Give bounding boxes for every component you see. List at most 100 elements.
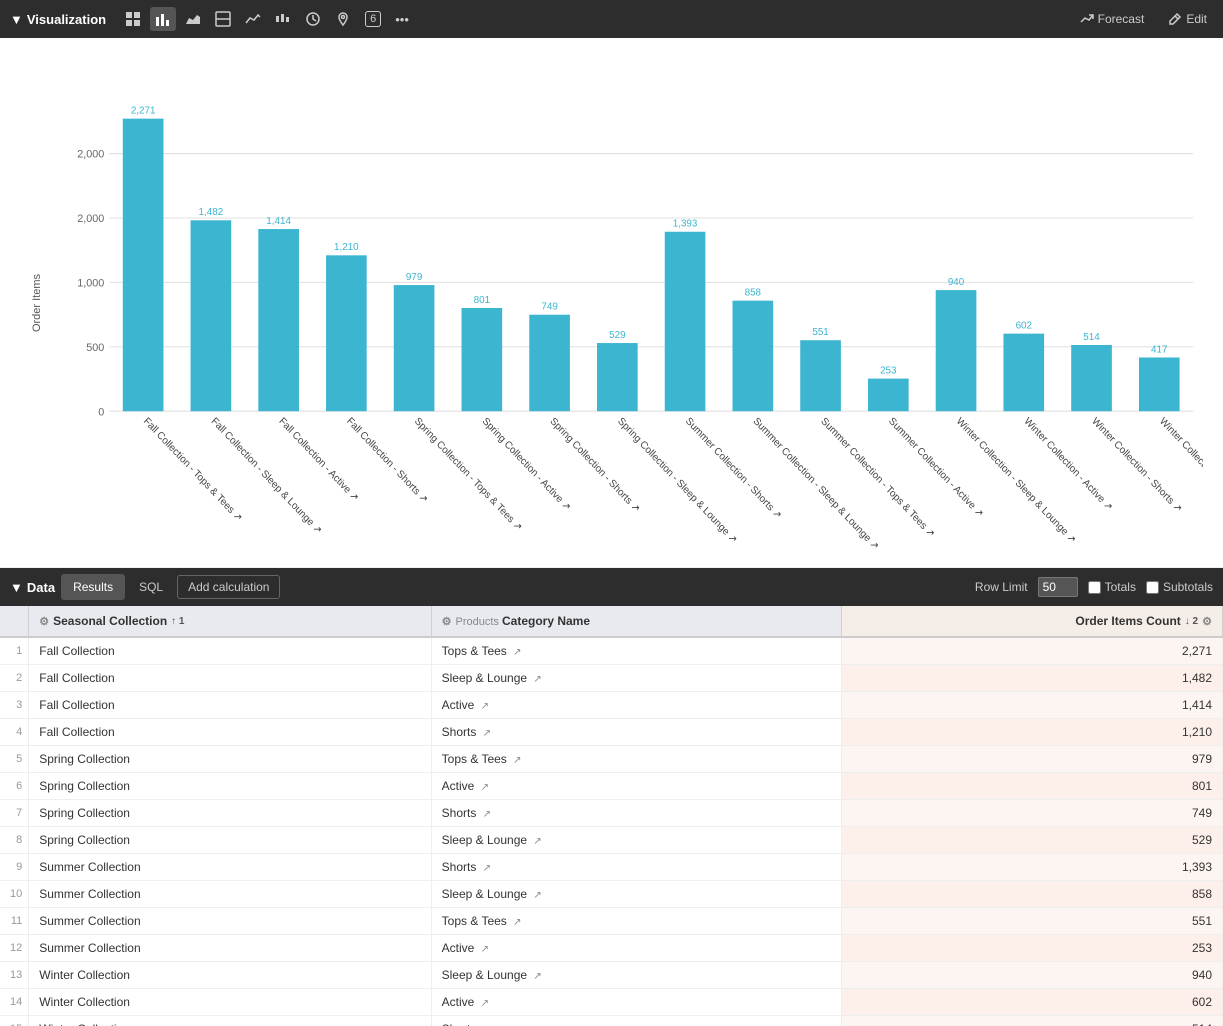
gear-icon-category[interactable]: ⚙ xyxy=(442,615,452,628)
forecast-button[interactable]: Forecast xyxy=(1074,8,1151,30)
cell-count: 801 xyxy=(841,773,1222,800)
row-number: 2 xyxy=(0,665,29,692)
svg-text:Summer Collection - Sleep & Lo: Summer Collection - Sleep & Lounge ↗ xyxy=(751,416,881,553)
table-view-icon[interactable] xyxy=(120,7,146,31)
col-header-count: Order Items Count ↓ 2 ⚙ xyxy=(841,606,1222,637)
add-calculation-button[interactable]: Add calculation xyxy=(177,575,280,599)
cell-seasonal-collection: Fall Collection xyxy=(29,692,431,719)
cell-count: 2,271 xyxy=(841,637,1222,665)
svg-text:417: 417 xyxy=(1151,344,1168,355)
cell-seasonal-collection: Spring Collection xyxy=(29,800,431,827)
svg-text:1,000: 1,000 xyxy=(77,277,104,289)
subtotals-checkbox-group: Subtotals xyxy=(1146,580,1213,594)
row-num-header xyxy=(0,606,29,637)
cell-seasonal-collection: Winter Collection xyxy=(29,1016,431,1026)
table-row: 4 Fall Collection Shorts ↗ 1,210 xyxy=(0,719,1223,746)
svg-text:529: 529 xyxy=(609,330,626,341)
toolbar-icons: 6 ••• xyxy=(120,7,1068,31)
row-limit-label: Row Limit xyxy=(975,580,1028,594)
cell-category: Active ↗ xyxy=(431,692,841,719)
table-row: 3 Fall Collection Active ↗ 1,414 xyxy=(0,692,1223,719)
svg-text:Winter Collection - Sleep & Lo: Winter Collection - Sleep & Lounge ↗ xyxy=(954,416,1078,546)
svg-text:Winter Collection - Tops & Tee: Winter Collection - Tops & Tees ↗ xyxy=(1157,416,1203,534)
badge-icon[interactable]: 6 xyxy=(360,7,386,31)
subtotals-label: Subtotals xyxy=(1163,580,1213,594)
trend-icon: ↗ xyxy=(483,809,491,820)
cell-seasonal-collection: Summer Collection xyxy=(29,881,431,908)
cell-count: 979 xyxy=(841,746,1222,773)
cell-seasonal-collection: Summer Collection xyxy=(29,935,431,962)
svg-text:0: 0 xyxy=(98,406,104,418)
cell-count: 940 xyxy=(841,962,1222,989)
cell-seasonal-collection: Winter Collection xyxy=(29,989,431,1016)
svg-text:Spring Collection - Sleep & Lo: Spring Collection - Sleep & Lounge ↗ xyxy=(615,416,739,546)
subtotals-checkbox[interactable] xyxy=(1146,581,1159,594)
svg-text:1,414: 1,414 xyxy=(266,216,291,227)
cell-category: Sleep & Lounge ↗ xyxy=(431,665,841,692)
cell-count: 602 xyxy=(841,989,1222,1016)
area-chart-icon[interactable] xyxy=(180,7,206,31)
totals-checkbox[interactable] xyxy=(1088,581,1101,594)
line-chart-icon[interactable] xyxy=(240,7,266,31)
col-label-seasonal: Seasonal Collection xyxy=(53,614,167,628)
svg-text:Summer Collection - Tops & Tee: Summer Collection - Tops & Tees ↗ xyxy=(818,416,936,540)
toolbar-right: Forecast Edit xyxy=(1074,8,1213,30)
cell-category: Sleep & Lounge ↗ xyxy=(431,881,841,908)
row-limit-input[interactable] xyxy=(1038,577,1078,597)
gear-icon-seasonal[interactable]: ⚙ xyxy=(39,615,49,628)
row-number: 15 xyxy=(0,1016,29,1026)
cell-seasonal-collection: Fall Collection xyxy=(29,719,431,746)
y-axis-label: Order Items xyxy=(31,273,43,331)
col-label-count: Order Items Count xyxy=(1075,614,1180,628)
edit-button[interactable]: Edit xyxy=(1162,8,1213,30)
cell-category: Sleep & Lounge ↗ xyxy=(431,827,841,854)
table-row: 1 Fall Collection Tops & Tees ↗ 2,271 xyxy=(0,637,1223,665)
more-icon[interactable]: ••• xyxy=(390,8,414,31)
row-number: 4 xyxy=(0,719,29,746)
toolbar-title: ▼ Visualization xyxy=(10,12,106,27)
cell-seasonal-collection: Fall Collection xyxy=(29,637,431,665)
svg-text:Fall Collection - Sleep & Loun: Fall Collection - Sleep & Lounge ↗ xyxy=(209,416,324,537)
sort-icon-count: ↓ 2 xyxy=(1185,616,1198,627)
tab-sql[interactable]: SQL xyxy=(127,574,175,600)
cell-category: Shorts ↗ xyxy=(431,854,841,881)
svg-text:2,271: 2,271 xyxy=(131,105,156,116)
bar-chart-icon[interactable] xyxy=(150,7,176,31)
row-number: 14 xyxy=(0,989,29,1016)
toolbar: ▼ Visualization 6 ••• xyxy=(0,0,1223,38)
cell-category: Active ↗ xyxy=(431,935,841,962)
row-number: 10 xyxy=(0,881,29,908)
table-row: 13 Winter Collection Sleep & Lounge ↗ 94… xyxy=(0,962,1223,989)
chevron-down-icon-data: ▼ xyxy=(10,580,23,595)
table-row: 15 Winter Collection Shorts ↗ 514 xyxy=(0,1016,1223,1026)
scatter-icon[interactable] xyxy=(210,7,236,31)
svg-text:500: 500 xyxy=(86,342,104,354)
cell-count: 514 xyxy=(841,1016,1222,1026)
data-panel-title: ▼ Data xyxy=(10,580,55,595)
cell-category: Active ↗ xyxy=(431,773,841,800)
clock-icon[interactable] xyxy=(300,7,326,31)
cell-count: 1,393 xyxy=(841,854,1222,881)
svg-text:940: 940 xyxy=(948,277,965,288)
sort-icon-seasonal: ↑ 1 xyxy=(171,616,184,627)
table-row: 12 Summer Collection Active ↗ 253 xyxy=(0,935,1223,962)
tab-results[interactable]: Results xyxy=(61,574,125,600)
data-table-container: ⚙ Seasonal Collection ↑ 1 ⚙ Products Cat… xyxy=(0,606,1223,1026)
svg-text:1,482: 1,482 xyxy=(199,207,224,218)
table-body: 1 Fall Collection Tops & Tees ↗ 2,271 2 … xyxy=(0,637,1223,1026)
svg-text:1,393: 1,393 xyxy=(673,218,698,229)
candlestick-icon[interactable] xyxy=(270,7,296,31)
table-header-row: ⚙ Seasonal Collection ↑ 1 ⚙ Products Cat… xyxy=(0,606,1223,637)
table-row: 6 Spring Collection Active ↗ 801 xyxy=(0,773,1223,800)
trend-icon: ↗ xyxy=(483,863,491,874)
cell-category: Sleep & Lounge ↗ xyxy=(431,962,841,989)
trend-icon: ↗ xyxy=(533,971,541,982)
cell-seasonal-collection: Spring Collection xyxy=(29,773,431,800)
gear-icon-count[interactable]: ⚙ xyxy=(1202,615,1212,628)
cell-count: 253 xyxy=(841,935,1222,962)
svg-text:551: 551 xyxy=(812,327,829,338)
table-row: 7 Spring Collection Shorts ↗ 749 xyxy=(0,800,1223,827)
trend-icon: ↗ xyxy=(513,917,521,928)
map-icon[interactable] xyxy=(330,7,356,31)
trend-icon: ↗ xyxy=(513,647,521,658)
